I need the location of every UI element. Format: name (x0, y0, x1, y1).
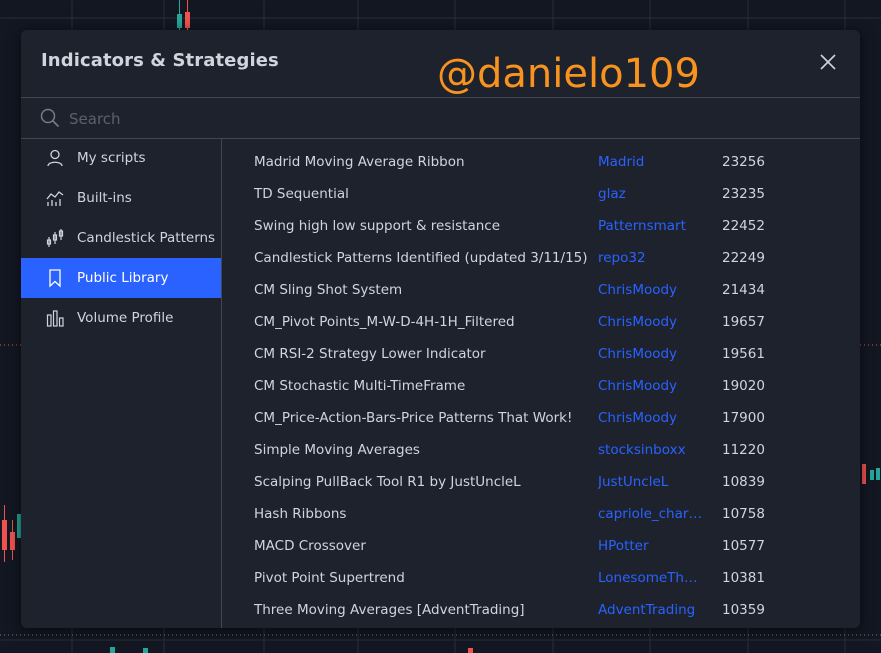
script-likes: 10839 (722, 474, 765, 490)
script-author-link[interactable]: AdventTrading (598, 602, 702, 618)
script-author-link[interactable]: HPotter (598, 538, 702, 554)
candles-left (2, 505, 21, 562)
candles-top (177, 0, 190, 30)
script-likes: 10381 (722, 570, 765, 586)
script-name: Scalping PullBack Tool R1 by JustUncleL (254, 474, 521, 490)
script-likes: 10359 (722, 602, 765, 618)
script-author-link[interactable]: ChrisMoody (598, 282, 702, 298)
script-author-link[interactable]: ChrisMoody (598, 378, 702, 394)
chart-line-icon (45, 188, 65, 208)
script-author-link[interactable]: Patternsmart (598, 218, 702, 234)
script-name: CM_Price-Action-Bars-Price Patterns That… (254, 410, 573, 426)
script-author-link[interactable]: capriole_charl... (598, 506, 702, 522)
candles-right (862, 464, 880, 484)
search-input[interactable] (67, 104, 831, 134)
sidebar-item-label: Public Library (77, 270, 169, 286)
script-author-link[interactable]: ChrisMoody (598, 314, 702, 330)
script-row[interactable]: TD Sequential glaz 23235 (222, 178, 860, 210)
sidebar-item-label: Volume Profile (77, 310, 174, 326)
script-likes: 22249 (722, 250, 765, 266)
search-icon (40, 108, 60, 128)
script-name: Pivot Point Supertrend (254, 570, 405, 586)
script-likes: 19020 (722, 378, 765, 394)
sidebar-item-volume-profile[interactable]: Volume Profile (21, 298, 221, 338)
script-name: Madrid Moving Average Ribbon (254, 154, 465, 170)
sidebar-item-label: My scripts (77, 150, 146, 166)
search-bar (21, 97, 860, 139)
sidebar-item-candlestick-patterns[interactable]: Candlestick Patterns (21, 218, 221, 258)
script-row[interactable]: CM Stochastic Multi-TimeFrame ChrisMoody… (222, 370, 860, 402)
script-row[interactable]: Pivot Point Supertrend LonesomeThe... 10… (222, 562, 860, 594)
script-author-link[interactable]: ChrisMoody (598, 410, 702, 426)
script-likes: 10577 (722, 538, 765, 554)
script-row[interactable]: Swing high low support & resistance Patt… (222, 210, 860, 242)
sidebar-item-my-scripts[interactable]: My scripts (21, 138, 221, 178)
script-likes: 17900 (722, 410, 765, 426)
script-name: TD Sequential (254, 186, 349, 202)
script-row[interactable]: Scalping PullBack Tool R1 by JustUncleL … (222, 466, 860, 498)
sidebar-item-built-ins[interactable]: Built-ins (21, 178, 221, 218)
script-row[interactable]: CM_Pivot Points_M-W-D-4H-1H_Filtered Chr… (222, 306, 860, 338)
script-name: CM RSI-2 Strategy Lower Indicator (254, 346, 486, 362)
script-likes: 19657 (722, 314, 765, 330)
sidebar-item-public-library[interactable]: Public Library (21, 258, 221, 298)
watermark-text: @danielo109 (437, 51, 700, 97)
bookmark-icon (45, 268, 65, 288)
script-author-link[interactable]: JustUncleL (598, 474, 702, 490)
script-likes: 10758 (722, 506, 765, 522)
sidebar-item-label: Candlestick Patterns (77, 230, 216, 246)
script-row[interactable]: CM RSI-2 Strategy Lower Indicator ChrisM… (222, 338, 860, 370)
script-author-link[interactable]: repo32 (598, 250, 702, 266)
script-likes: 22452 (722, 218, 765, 234)
volume-profile-icon (45, 308, 65, 328)
script-name: CM Stochastic Multi-TimeFrame (254, 378, 466, 394)
script-name: Three Moving Averages [AdventTrading] (254, 602, 525, 618)
close-icon (820, 54, 836, 70)
script-name: Hash Ribbons (254, 506, 347, 522)
script-row[interactable]: Simple Moving Averages stocksinboxx 1122… (222, 434, 860, 466)
script-row[interactable]: MACD Crossover HPotter 10577 (222, 530, 860, 562)
script-likes: 23235 (722, 186, 765, 202)
script-row[interactable]: Three Moving Averages [AdventTrading] Ad… (222, 594, 860, 626)
script-author-link[interactable]: stocksinboxx (598, 442, 702, 458)
close-button[interactable] (816, 50, 840, 74)
script-likes: 23256 (722, 154, 765, 170)
script-likes: 11220 (722, 442, 765, 458)
script-author-link[interactable]: glaz (598, 186, 702, 202)
dialog-title: Indicators & Strategies (41, 50, 279, 71)
script-row[interactable]: CM Sling Shot System ChrisMoody 21434 (222, 274, 860, 306)
script-name: CM Sling Shot System (254, 282, 403, 298)
script-row[interactable]: Candlestick Patterns Identified (updated… (222, 242, 860, 274)
sidebar: My scripts Built-ins Candlestick Pattern… (21, 138, 222, 628)
script-name: MACD Crossover (254, 538, 366, 554)
script-likes: 19561 (722, 346, 765, 362)
user-icon (45, 148, 65, 168)
candlestick-icon (45, 228, 65, 248)
script-list: Madrid Moving Average Ribbon Madrid 2325… (222, 138, 860, 628)
script-author-link[interactable]: LonesomeThe... (598, 570, 702, 586)
script-name: Simple Moving Averages (254, 442, 420, 458)
script-name: Candlestick Patterns Identified (updated… (254, 250, 588, 266)
script-likes: 21434 (722, 282, 765, 298)
script-name: CM_Pivot Points_M-W-D-4H-1H_Filtered (254, 314, 515, 330)
script-name: Swing high low support & resistance (254, 218, 501, 234)
dialog-header: Indicators & Strategies @danielo109 (21, 30, 860, 97)
indicators-dialog: Indicators & Strategies @danielo109 My s… (21, 30, 860, 628)
script-row[interactable]: Hash Ribbons capriole_charl... 10758 (222, 498, 860, 530)
script-author-link[interactable]: Madrid (598, 154, 702, 170)
script-row[interactable]: CM_Price-Action-Bars-Price Patterns That… (222, 402, 860, 434)
sidebar-item-label: Built-ins (77, 190, 132, 206)
script-author-link[interactable]: ChrisMoody (598, 346, 702, 362)
script-row[interactable]: Madrid Moving Average Ribbon Madrid 2325… (222, 146, 860, 178)
